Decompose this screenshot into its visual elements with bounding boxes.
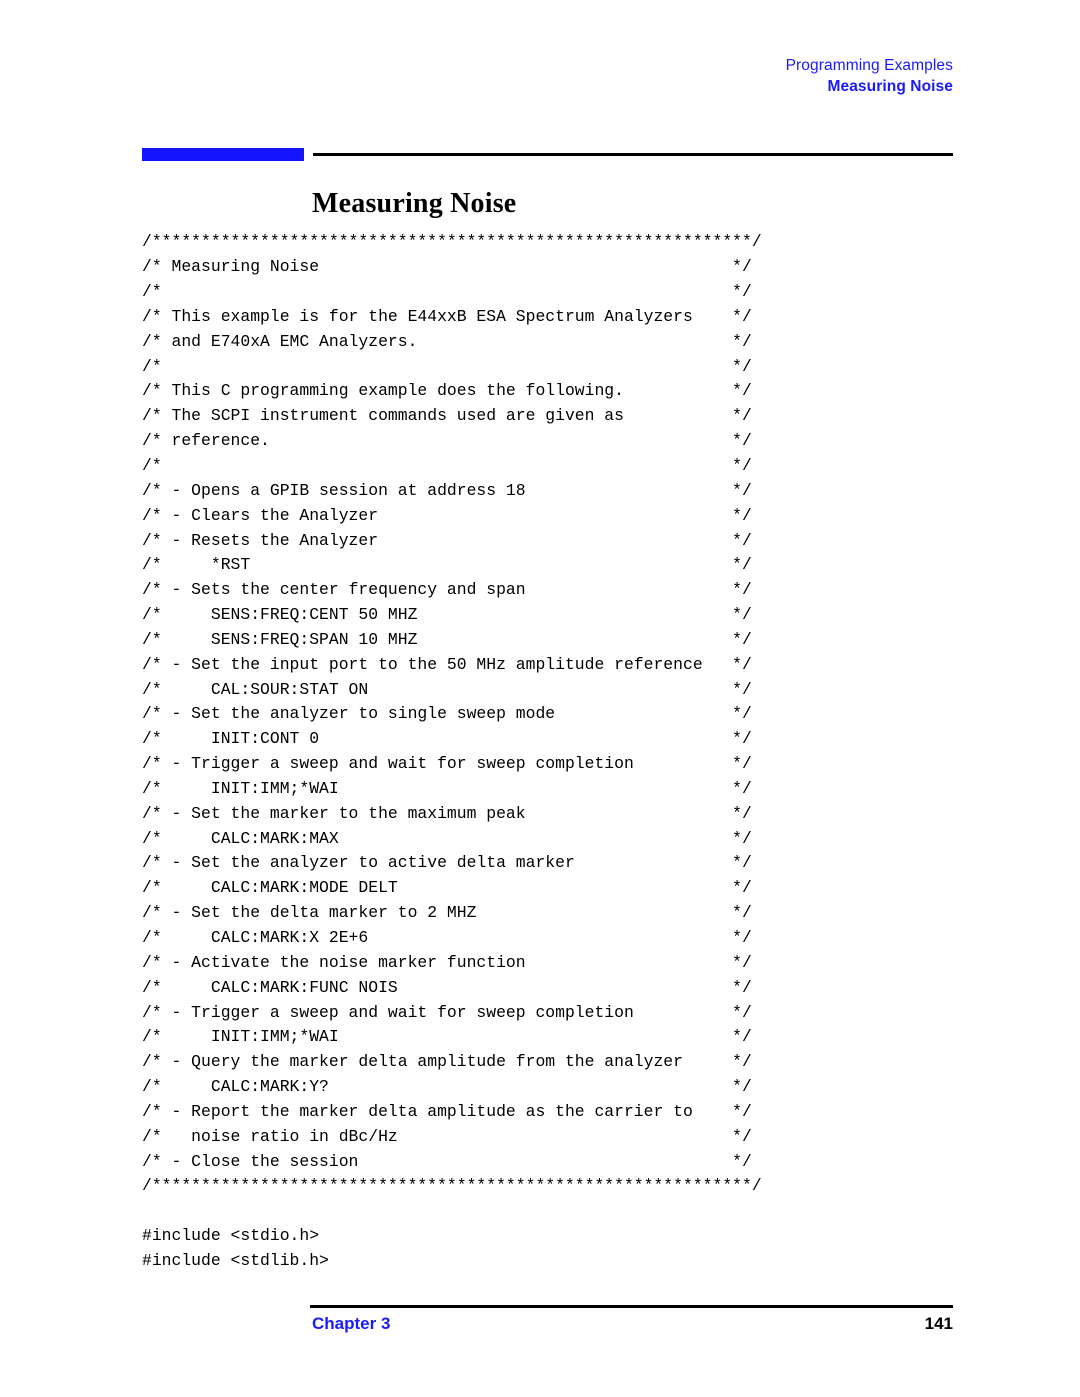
code-line: /* */ [142,356,752,376]
running-header-topic: Measuring Noise [827,77,953,95]
code-line: /* CALC:MARK:MODE DELT */ [142,878,752,898]
code-line: /* - Set the analyzer to active delta ma… [142,853,752,873]
code-line: /* - Set the input port to the 50 MHz am… [142,654,752,674]
code-line: #include <stdio.h> [142,1226,320,1246]
code-line: /* - Set the marker to the maximum peak … [142,803,752,823]
code-listing: /***************************************… [142,230,842,1273]
code-line: /* INIT:IMM;*WAI */ [142,1027,752,1047]
title-rule-blue-block [142,148,304,161]
code-line: /* - Close the session */ [142,1151,752,1171]
code-line: /***************************************… [142,232,762,252]
code-line: /* This C programming example does the f… [142,381,752,401]
code-line: /* - Trigger a sweep and wait for sweep … [142,1002,752,1022]
running-header: Programming Examples Measuring Noise [786,56,953,98]
footer-page-number: 141 [924,1314,953,1333]
code-line: /* CALC:MARK:FUNC NOIS */ [142,977,752,997]
code-line: /* - Sets the center frequency and span … [142,580,752,600]
title-rule-black-line [313,153,953,156]
page-title: Measuring Noise [312,187,517,219]
code-line: /* - Report the marker delta amplitude a… [142,1101,752,1121]
code-line: /* *RST */ [142,555,752,575]
code-line: /* CALC:MARK:Y? */ [142,1077,752,1097]
code-line: /* Measuring Noise */ [142,257,752,277]
code-line: /***************************************… [142,1176,762,1196]
title-rule [142,148,953,161]
code-line: /* INIT:IMM;*WAI */ [142,778,752,798]
code-line: /* SENS:FREQ:CENT 50 MHZ */ [142,605,752,625]
code-line: /* - Set the analyzer to single sweep mo… [142,704,752,724]
code-line: /* This example is for the E44xxB ESA Sp… [142,306,752,326]
footer-rule [310,1305,953,1308]
code-line: /* */ [142,455,752,475]
code-line: /* - Opens a GPIB session at address 18 … [142,480,752,500]
code-line: /* - Query the marker delta amplitude fr… [142,1052,752,1072]
code-line: /* noise ratio in dBc/Hz */ [142,1126,752,1146]
code-line: /* and E740xA EMC Analyzers. */ [142,331,752,351]
code-line: /* SENS:FREQ:SPAN 10 MHZ */ [142,629,752,649]
code-line: /* CAL:SOUR:STAT ON */ [142,679,752,699]
document-page: Programming Examples Measuring Noise Mea… [0,0,1080,1397]
code-line: /* reference. */ [142,431,752,451]
code-line: /* The SCPI instrument commands used are… [142,406,752,426]
code-line: /* */ [142,282,752,302]
code-line: /* - Trigger a sweep and wait for sweep … [142,754,752,774]
code-line: #include <stdlib.h> [142,1250,329,1270]
code-line: /* - Resets the Analyzer */ [142,530,752,550]
footer-chapter-label: Chapter 3 [312,1314,391,1333]
code-line: /* CALC:MARK:X 2E+6 */ [142,928,752,948]
code-line: /* - Clears the Analyzer */ [142,505,752,525]
code-line: /* - Set the delta marker to 2 MHZ */ [142,903,752,923]
code-line: /* INIT:CONT 0 */ [142,729,752,749]
running-header-section: Programming Examples [785,57,953,74]
code-line: /* CALC:MARK:MAX */ [142,828,752,848]
code-line: /* - Activate the noise marker function … [142,952,752,972]
